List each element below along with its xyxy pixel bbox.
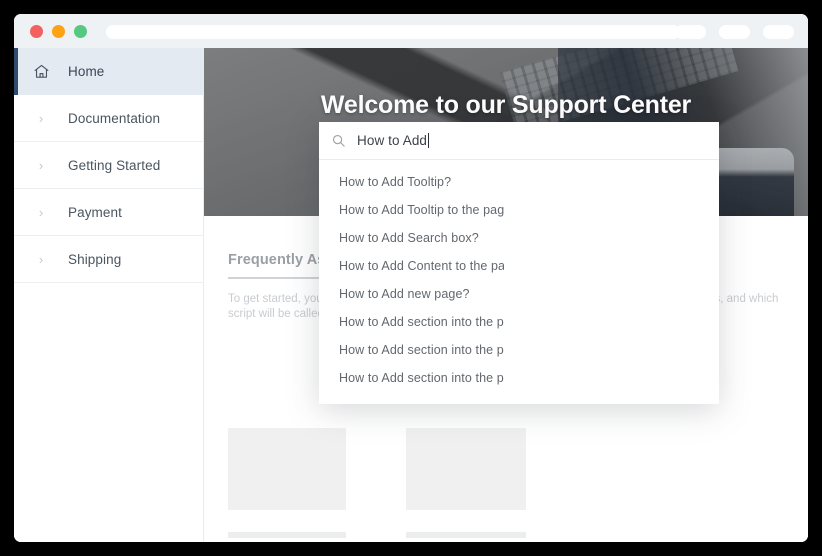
suggestion-label: How to Add Content to the page?: [339, 259, 504, 273]
sidebar-item-label: Home: [68, 64, 105, 79]
search-suggestion-item[interactable]: How to Add new page?: [319, 280, 719, 308]
chevron-glyph: ›: [38, 251, 44, 267]
chevron-right-icon: ›: [14, 252, 68, 267]
minimize-window-button[interactable]: [52, 25, 65, 38]
sidebar-item-shipping[interactable]: › Shipping: [14, 236, 203, 283]
suggestion-clip: How to Add Tooltip?: [339, 173, 504, 191]
suggestion-clip: How to Add new page?: [339, 285, 504, 303]
sidebar-item-label: Payment: [68, 204, 122, 220]
suggestion-label: How to Add Tooltip to the page?: [339, 203, 504, 217]
sidebar-item-home[interactable]: Home: [14, 48, 203, 95]
search-suggestion-item[interactable]: How to Add Search box?: [319, 224, 719, 252]
search-input-container[interactable]: How to Add: [319, 122, 719, 160]
window-titlebar: [14, 14, 808, 48]
sidebar-navigation: Home › Documentation › Getting Started ›…: [14, 48, 204, 542]
address-bar[interactable]: [106, 25, 680, 39]
search-icon: [319, 133, 357, 148]
toolbar-pill-2[interactable]: [719, 25, 750, 39]
suggestion-label: How to Add Tooltip?: [339, 175, 452, 189]
chevron-glyph: ›: [38, 157, 44, 173]
faq-heading-underline: [228, 277, 324, 279]
search-suggestion-item[interactable]: How to Add Tooltip?: [319, 168, 719, 196]
suggestion-label: How to Add new page?: [339, 287, 470, 301]
chevron-right-icon: ›: [14, 158, 68, 173]
search-suggestion-item[interactable]: How to Add section into the page?: [319, 308, 719, 336]
maximize-window-button[interactable]: [74, 25, 87, 38]
chevron-glyph: ›: [38, 204, 44, 220]
article-card-list: [228, 428, 784, 542]
suggestion-clip: How to Add section into the page?: [339, 369, 504, 387]
suggestion-label: How to Add Search box?: [339, 231, 479, 245]
skeleton-line: [406, 532, 526, 538]
suggestion-label: How to Add section into the page?: [339, 343, 504, 357]
suggestion-label: How to Add section into the page?: [339, 315, 504, 329]
suggestion-clip: How to Add section into the page?: [339, 341, 504, 359]
traffic-light-group: [30, 25, 87, 38]
article-thumbnail-placeholder: [228, 428, 346, 510]
close-window-button[interactable]: [30, 25, 43, 38]
suggestion-clip: How to Add Search box?: [339, 229, 504, 247]
search-suggestion-item[interactable]: How to Add Tooltip to the page?: [319, 196, 719, 224]
chevron-glyph: ›: [38, 110, 44, 126]
sidebar-item-label: Getting Started: [68, 157, 161, 173]
screenshot-scene: Home › Documentation › Getting Started ›…: [0, 0, 822, 556]
search-text: How to Add: [357, 133, 428, 148]
toolbar-pill-3[interactable]: [763, 25, 794, 39]
home-icon: [14, 63, 68, 80]
search-overlay: How to Add How to Add Tooltip? How to Ad…: [319, 122, 719, 404]
suggestion-clip: How to Add section into the page?: [339, 313, 504, 331]
search-input-value[interactable]: How to Add: [357, 133, 430, 148]
search-suggestion-item[interactable]: How to Add section into the page?: [319, 336, 719, 364]
article-card[interactable]: [228, 428, 346, 542]
article-thumbnail-placeholder: [406, 428, 526, 510]
skeleton-line: [228, 532, 346, 538]
suggestion-clip: How to Add Tooltip to the page?: [339, 201, 504, 219]
search-suggestion-item[interactable]: How to Add Content to the page?: [319, 252, 719, 280]
article-text-placeholder: [406, 532, 526, 542]
article-text-placeholder: [228, 532, 346, 542]
sidebar-item-documentation[interactable]: › Documentation: [14, 95, 203, 142]
search-suggestions-list: How to Add Tooltip? How to Add Tooltip t…: [319, 160, 719, 404]
page-title: Welcome to our Support Center: [320, 90, 692, 119]
browser-window: Home › Documentation › Getting Started ›…: [14, 14, 808, 542]
toolbar-button-group: [675, 25, 794, 39]
chevron-right-icon: ›: [14, 205, 68, 220]
sidebar-item-getting-started[interactable]: › Getting Started: [14, 142, 203, 189]
sidebar-item-payment[interactable]: › Payment: [14, 189, 203, 236]
text-caret: [428, 133, 430, 148]
suggestion-label: How to Add section into the page?: [339, 371, 504, 385]
toolbar-pill-1[interactable]: [675, 25, 706, 39]
chevron-right-icon: ›: [14, 111, 68, 126]
article-card[interactable]: [406, 428, 526, 542]
suggestion-clip: How to Add Content to the page?: [339, 257, 504, 275]
sidebar-item-label: Documentation: [68, 110, 161, 126]
sidebar-item-label: Shipping: [68, 251, 122, 267]
search-suggestion-item[interactable]: How to Add section into the page?: [319, 364, 719, 392]
